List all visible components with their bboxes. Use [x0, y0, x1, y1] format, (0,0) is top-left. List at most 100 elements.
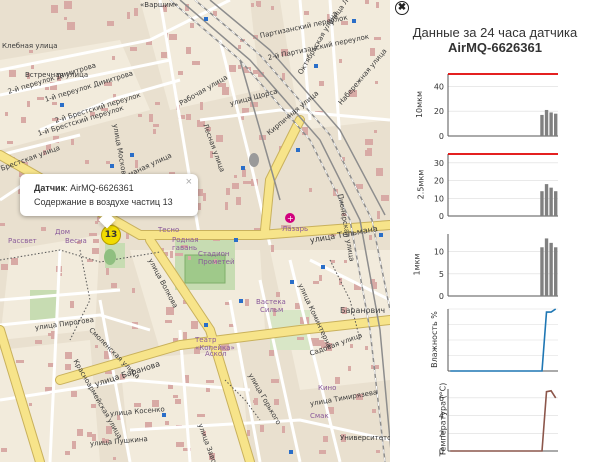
map-building	[251, 3, 254, 7]
bar	[540, 114, 544, 136]
chart-humidity: Влажность %	[398, 305, 600, 381]
map-building	[192, 61, 200, 65]
map-building	[247, 430, 250, 436]
map-building	[297, 337, 304, 340]
map-building	[381, 195, 389, 201]
map-building	[176, 442, 184, 447]
map-building	[93, 239, 99, 243]
map-building	[134, 8, 138, 16]
map-building	[0, 223, 5, 226]
map-building	[216, 135, 223, 142]
map-building	[71, 391, 77, 397]
bar	[540, 191, 544, 216]
map-building	[282, 73, 285, 80]
map-building	[323, 436, 328, 442]
map-building	[175, 253, 183, 256]
chart-svg: 0 20 40	[434, 73, 558, 141]
map-building	[64, 1, 72, 9]
bar	[554, 191, 558, 216]
chart-svg	[447, 308, 558, 372]
map-building	[256, 1, 261, 6]
map-building	[188, 256, 191, 260]
map-building	[348, 366, 351, 371]
map-building	[238, 45, 241, 49]
map-building	[376, 450, 380, 453]
map-building	[87, 432, 92, 437]
map-building	[16, 360, 24, 363]
poi-label: Смак	[310, 412, 329, 420]
map-building	[236, 197, 241, 205]
map-building	[309, 188, 312, 192]
map-building	[374, 130, 377, 133]
map-building	[155, 102, 160, 105]
poi-label: Кино	[318, 384, 337, 392]
map-building	[95, 221, 98, 224]
bar	[544, 184, 549, 216]
map-building	[64, 17, 67, 20]
tick-label: 0	[439, 212, 444, 221]
map-building	[89, 233, 97, 236]
map-building	[106, 268, 109, 275]
popup-particles-label: Содержание в воздухе частиц	[34, 197, 161, 207]
map-building	[27, 101, 30, 107]
map-building	[206, 380, 214, 383]
map-building	[65, 364, 71, 370]
map-building	[229, 65, 236, 72]
map-building	[365, 346, 368, 350]
bar	[540, 247, 544, 296]
bar	[554, 247, 558, 296]
map-building	[153, 124, 159, 127]
map-building	[203, 193, 206, 201]
sensor-marker[interactable]: 13	[101, 225, 121, 245]
sensor-popup: × Датчик: AirMQ-6626361 Содержание в воз…	[20, 174, 198, 229]
map-building	[149, 114, 153, 122]
popup-particles-line: Содержание в воздухе частиц 13	[34, 195, 184, 209]
map-building	[377, 211, 380, 219]
poi-label: Стадион Прометей	[198, 250, 235, 266]
panel-sensor-id: AirMQ-6626361	[448, 40, 542, 55]
bar	[544, 109, 549, 136]
chart-svg: 0246	[439, 389, 558, 456]
tick-label: 0	[439, 132, 444, 141]
map-building	[1, 448, 7, 452]
map-building	[183, 332, 187, 340]
map-building	[29, 50, 33, 53]
map-building	[77, 429, 83, 436]
map-building	[282, 426, 285, 433]
close-panel-button[interactable]: ✖	[395, 1, 409, 15]
map-building	[304, 11, 309, 15]
map-building	[67, 22, 75, 30]
map-building	[295, 303, 300, 309]
map-building	[51, 5, 58, 13]
popup-close-button[interactable]: ×	[186, 177, 192, 188]
chart-pm1: 0 5 10 1мкм	[398, 230, 600, 306]
map-building	[41, 227, 46, 231]
map-building	[71, 139, 74, 145]
street-label: Университетская	[340, 434, 390, 442]
map-building	[165, 421, 169, 425]
tick-label: 10	[434, 194, 444, 203]
map-building	[238, 65, 241, 69]
map-building	[226, 188, 230, 195]
map-building	[271, 245, 274, 252]
map-building	[1, 264, 8, 270]
poi-label: Тесно	[158, 226, 180, 234]
map-building	[7, 141, 13, 144]
map-building	[269, 350, 274, 356]
bar	[554, 113, 558, 136]
chart-svg: 0 10 20 30	[434, 153, 558, 221]
map-building	[85, 160, 89, 164]
popup-sensor-line: Датчик: AirMQ-6626361	[34, 181, 184, 195]
map-building	[52, 102, 57, 105]
map-building	[197, 414, 205, 417]
map-building	[250, 102, 258, 107]
map-building	[37, 97, 44, 100]
map-building	[243, 181, 251, 184]
map-view[interactable]: + Клебная улица Встречная улица 2-й пере…	[0, 0, 390, 462]
popup-sensor-value: : AirMQ-6626361	[65, 183, 134, 193]
map-building	[170, 251, 173, 258]
poi-label: Сильм	[260, 306, 284, 314]
poi-label: Дом	[55, 228, 71, 236]
map-building	[130, 47, 137, 51]
map-building	[225, 202, 228, 210]
